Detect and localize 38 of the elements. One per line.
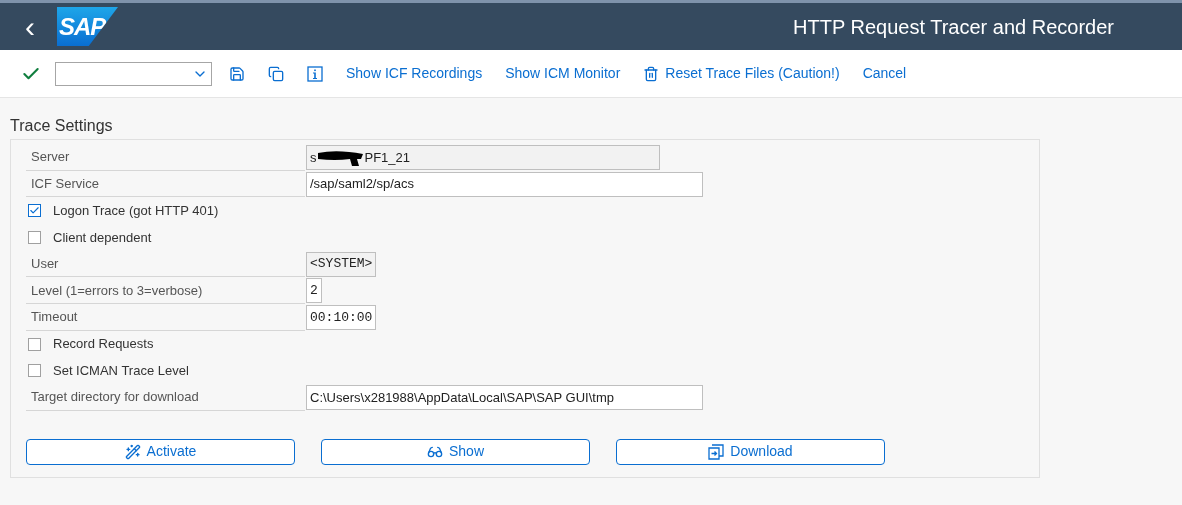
checkbox-label: Client dependent bbox=[53, 228, 152, 247]
save-icon[interactable] bbox=[229, 65, 245, 82]
input-field[interactable]: C:\Users\x281988\AppData\Local\SAP\SAP GUI\tmp bbox=[306, 385, 703, 411]
sap-logo: SAP bbox=[57, 7, 118, 46]
checkbox[interactable] bbox=[28, 204, 41, 218]
checkbox[interactable] bbox=[28, 364, 41, 378]
trash-icon bbox=[643, 65, 660, 82]
magic-wand-icon bbox=[124, 443, 141, 460]
toolbar-button[interactable]: Show ICM Monitor bbox=[505, 63, 621, 84]
input-field[interactable]: 00:10:00 bbox=[306, 304, 377, 330]
download-icon bbox=[708, 443, 725, 460]
checkbox[interactable] bbox=[28, 230, 41, 244]
toolbar-button[interactable]: Reset Trace Files (Caution!) bbox=[643, 63, 840, 84]
field-label: ICF Service bbox=[26, 170, 305, 198]
checkbox-label: Set ICMAN Trace Level bbox=[53, 362, 189, 381]
toolbar-button[interactable]: Cancel bbox=[862, 63, 907, 84]
action-button[interactable]: Activate bbox=[26, 438, 295, 465]
checkbox-label: Record Requests bbox=[53, 335, 154, 354]
field-label: Target directory for download bbox=[26, 384, 305, 411]
section-title: Trace Settings bbox=[10, 116, 114, 136]
input-field[interactable]: 2 bbox=[306, 278, 322, 304]
back-button[interactable]: ‹ bbox=[20, 11, 40, 42]
action-button[interactable]: Download bbox=[616, 438, 885, 465]
field-label: Level (1=errors to 3=verbose) bbox=[26, 277, 305, 305]
info-icon[interactable] bbox=[307, 65, 323, 82]
window-title: HTTP Request Tracer and Recorder bbox=[793, 14, 1114, 40]
input-field[interactable]: /sap/saml2/sp/acs bbox=[306, 171, 703, 197]
field-label: Timeout bbox=[26, 304, 305, 331]
checkbox[interactable] bbox=[28, 337, 41, 351]
action-button[interactable]: Show bbox=[321, 438, 590, 465]
input-field: <SYSTEM> bbox=[306, 251, 377, 277]
field-label: Server bbox=[26, 144, 305, 171]
command-field[interactable] bbox=[55, 61, 212, 86]
toolbar-button[interactable]: Show ICF Recordings bbox=[346, 63, 483, 84]
input-field: s PF1_21 bbox=[306, 144, 660, 170]
field-label: User bbox=[26, 250, 305, 278]
checkbox-label: Logon Trace (got HTTP 401) bbox=[53, 201, 219, 220]
copy-icon[interactable] bbox=[268, 65, 284, 82]
